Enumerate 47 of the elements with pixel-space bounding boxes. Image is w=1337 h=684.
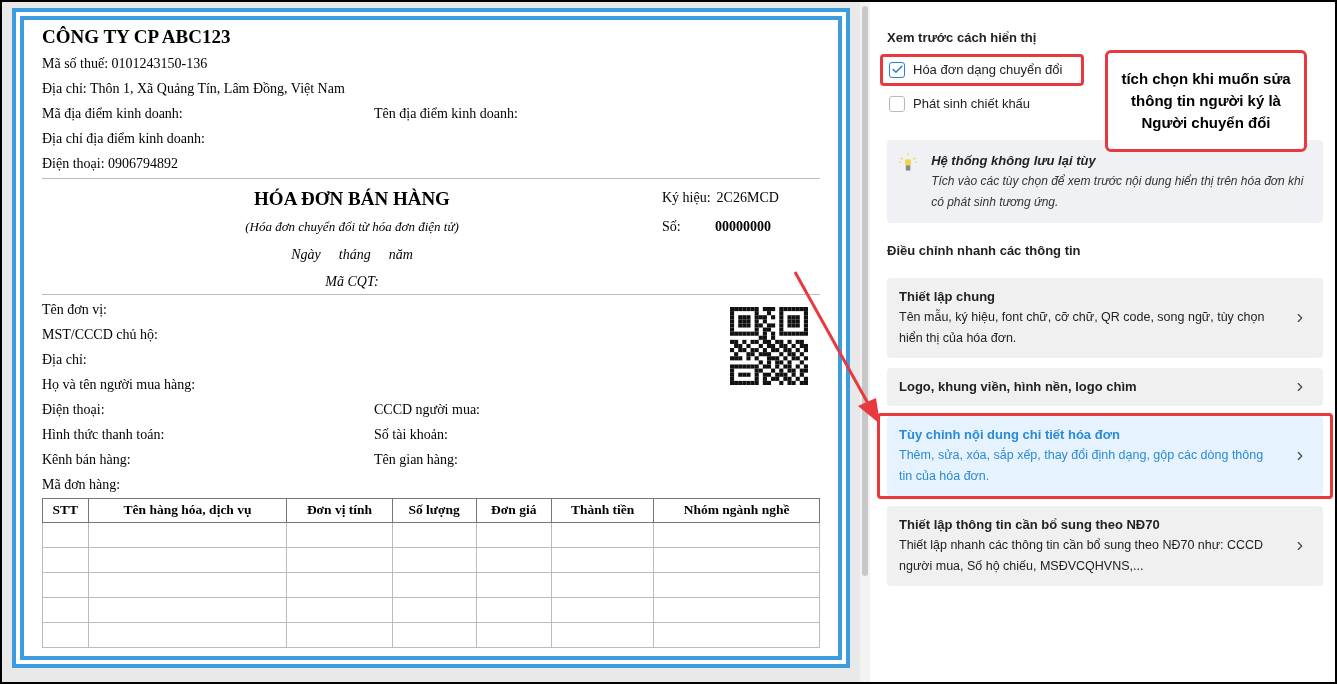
- invoice-field-label: CCCD người mua:: [374, 401, 480, 419]
- invoice-field-label: Kênh bán hàng:: [42, 451, 132, 469]
- invoice-subtitle: (Hóa đơn chuyển đổi từ hóa đơn điện tử): [245, 217, 459, 236]
- invoice-field-label: Điện thoại:: [42, 401, 106, 419]
- invoice-field-label: Họ và tên người mua hàng:: [42, 376, 196, 394]
- section-title: Xem trước cách hiển thị: [887, 29, 1038, 47]
- date-label: tháng: [338, 246, 371, 264]
- hint-title: Hệ thống không lưu lại tùy: [931, 151, 1097, 170]
- invoice-field-label: Số tài khoản:: [374, 426, 448, 444]
- settings-card[interactable]: Thiết lập thông tin cần bổ sung theo NĐ70 Thiết lập nhanh các thông tin cần bổ sung theo NĐ70 như: CCCD người mua, Số hộ chiếu, MSĐVCQHVNS,...: [887, 506, 1323, 586]
- column-header: Đơn vị tính: [286, 498, 393, 523]
- number-value: 00000000: [715, 218, 771, 236]
- invoice-title: HÓA ĐƠN BÁN HÀNG: [254, 187, 450, 211]
- invoice-field-label: Điện thoại: 0906794892: [42, 155, 180, 173]
- invoice-field-label: Địa chỉ: Thôn 1, Xã Quảng Tín, Lâm Đồng, Việt Nam: [42, 80, 346, 98]
- checkbox-option[interactable]: Phát sinh chiết khấu: [880, 87, 1084, 120]
- checkbox-label: Phát sinh chiết khấu: [913, 94, 1031, 113]
- invoice-field-label: Tên đơn vị:: [42, 301, 108, 319]
- invoice-field-label: Địa chỉ:: [42, 351, 88, 369]
- section-title: Điều chỉnh nhanh các thông tin: [887, 241, 1082, 260]
- settings-card[interactable]: Logo, khung viền, hình nền, logo chìm: [887, 368, 1323, 406]
- column-header: Nhóm ngành nghề: [653, 498, 820, 523]
- invoice-field-label: Tên địa điểm kinh doanh:: [374, 105, 518, 123]
- column-header: STT: [42, 498, 89, 523]
- number-label: Số:: [662, 218, 682, 236]
- company-name: CÔNG TY CP ABC123: [42, 25, 232, 49]
- symbol-label: Ký hiệu:: [662, 189, 711, 207]
- invoice-field-label: MST/CCCD chủ hộ:: [42, 326, 159, 344]
- invoice-field-label: Mã đơn hàng:: [42, 476, 122, 494]
- tax-authority-code-label: Mã CQT:: [325, 273, 379, 291]
- column-header: Đơn giá: [476, 498, 552, 523]
- date-label: năm: [388, 246, 413, 264]
- column-header: Tên hàng hóa, dịch vụ: [88, 498, 287, 523]
- symbol-value: 2C26MCD: [716, 189, 779, 207]
- settings-card[interactable]: Thiết lập chung Tên mẫu, ký hiệu, font chữ, cỡ chữ, QR code, song ngữ, tùy chọn hiển thị của hóa đơn.: [887, 278, 1323, 358]
- annotation-callout: tích chọn khi muốn sửa thông tin người ký là Người chuyển đổi: [1105, 50, 1307, 152]
- date-label: Ngày: [291, 246, 321, 264]
- invoice-field-label: Hình thức thanh toán:: [42, 426, 166, 444]
- hint-text: Tích vào các tùy chọn để xem trước nội dung hiển thị trên hóa đơn khi có phát sinh tương ứng.: [931, 172, 1305, 211]
- column-header: Thành tiền: [551, 498, 654, 523]
- checkbox-label: Hóa đơn dạng chuyển đổi: [913, 60, 1063, 79]
- invoice-field-label: Mã địa điểm kinh doanh:: [42, 105, 184, 123]
- invoice-field-label: Địa chỉ địa điểm kinh doanh:: [42, 130, 206, 148]
- checkbox-option[interactable]: Hóa đơn dạng chuyển đổi: [880, 53, 1084, 86]
- invoice-field-label: Mã số thuế: 0101243150-136: [42, 55, 209, 73]
- invoice-field-label: Tên gian hàng:: [374, 451, 458, 469]
- column-header: Số lượng: [392, 498, 477, 523]
